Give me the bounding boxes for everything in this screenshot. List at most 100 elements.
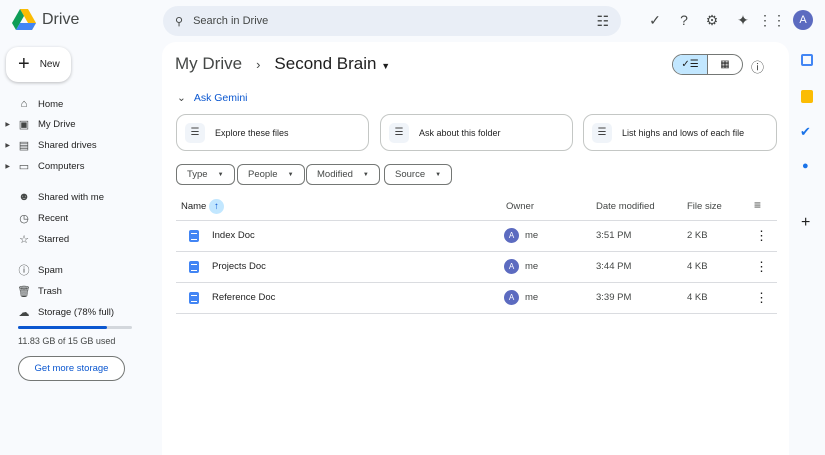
computer-icon: ▭ — [10, 160, 38, 173]
keep-icon[interactable] — [801, 90, 813, 103]
breadcrumb: My Drive › Second Brain ▼ — [175, 54, 390, 74]
file-name[interactable]: Projects Doc — [212, 261, 266, 272]
column-owner[interactable]: Owner — [506, 201, 534, 212]
tasks-icon[interactable]: ✔ — [800, 124, 811, 140]
sidebar-item-label: Computers — [38, 161, 84, 172]
list-view-icon[interactable]: ✓☰ — [673, 55, 708, 74]
trash-icon: 🗑 — [10, 285, 38, 298]
chip-label: Modified — [317, 169, 353, 180]
calendar-icon[interactable] — [801, 54, 813, 66]
owner-name: me — [525, 292, 538, 303]
info-icon[interactable]: ⓘ — [751, 57, 764, 76]
search-input[interactable]: Search in Drive — [193, 15, 268, 27]
caret-down-icon: ▼ — [363, 172, 369, 178]
filter-type[interactable]: Type▼ — [176, 164, 235, 185]
column-file-size[interactable]: File size — [687, 201, 722, 212]
sidebar-item-label: Shared drives — [38, 140, 97, 151]
ask-gemini-toggle[interactable]: ⌄ Ask Gemini — [177, 92, 248, 104]
more-actions-icon[interactable]: ⋮ — [755, 259, 768, 275]
table-row[interactable]: Reference Doc A me 3:39 PM 4 KB ⋮ — [176, 282, 777, 313]
apps-icon[interactable]: ⋮⋮ — [763, 11, 781, 29]
cloud-icon: ☁ — [10, 306, 38, 319]
date-modified: 3:44 PM — [596, 261, 631, 272]
file-name[interactable]: Reference Doc — [212, 292, 275, 303]
date-modified: 3:39 PM — [596, 292, 631, 303]
file-name[interactable]: Index Doc — [212, 230, 255, 241]
owner-name: me — [525, 261, 538, 272]
view-toggle[interactable]: ✓☰ ▦ — [672, 54, 743, 75]
drive-logo[interactable]: Drive — [12, 9, 79, 30]
gemini-icon[interactable]: ✦ — [734, 11, 752, 29]
more-actions-icon[interactable]: ⋮ — [755, 290, 768, 306]
new-label: New — [40, 59, 60, 70]
contacts-icon[interactable]: ● — [802, 160, 809, 172]
list-sparkle-icon: ☰ — [389, 123, 409, 143]
column-date-modified[interactable]: Date modified — [596, 201, 655, 212]
sidebar-item-spam[interactable]: ⓘSpam — [0, 260, 160, 280]
breadcrumb-my-drive[interactable]: My Drive — [175, 54, 242, 74]
filter-people[interactable]: People ▼ — [237, 164, 305, 185]
google-doc-icon — [189, 230, 199, 242]
gemini-suggestion-card[interactable]: ☰ Explore these files — [176, 114, 369, 151]
filter-source[interactable]: Source ▼ — [384, 164, 452, 185]
settings-icon[interactable]: ⚙ — [703, 11, 721, 29]
sidebar-item-home[interactable]: ⌂Home — [0, 94, 160, 114]
file-size: 4 KB — [687, 292, 708, 303]
people-icon: ☻ — [10, 191, 38, 203]
offline-ready-icon[interactable]: ✓ — [646, 11, 664, 29]
plus-icon: + — [18, 53, 30, 76]
sidebar-item-computers[interactable]: ▶▭Computers — [0, 156, 160, 176]
expand-arrow-icon[interactable]: ▶ — [0, 163, 10, 170]
table-row[interactable]: Index Doc A me 3:51 PM 2 KB ⋮ — [176, 220, 777, 251]
list-sparkle-icon: ☰ — [592, 123, 612, 143]
sidebar-item-my-drive[interactable]: ▶▣My Drive — [0, 114, 160, 134]
my-drive-icon: ▣ — [10, 118, 38, 131]
app-name: Drive — [42, 11, 79, 29]
file-size: 4 KB — [687, 261, 708, 272]
list-sparkle-icon: ☰ — [185, 123, 205, 143]
card-label: Ask about this folder — [419, 128, 501, 138]
chip-label: Source — [395, 169, 425, 180]
expand-arrow-icon[interactable]: ▶ — [0, 121, 10, 128]
sidebar-item-shared-drives[interactable]: ▶▤Shared drives — [0, 135, 160, 155]
card-label: Explore these files — [215, 128, 289, 138]
column-label: Name — [181, 201, 206, 212]
get-more-storage-button[interactable]: Get more storage — [18, 356, 125, 381]
column-name[interactable]: Name ↑ — [181, 199, 224, 214]
caret-down-icon: ▼ — [435, 172, 441, 178]
add-addon-icon[interactable]: + — [801, 214, 810, 232]
sort-ascending-icon[interactable]: ↑ — [209, 199, 224, 214]
sort-options-icon[interactable]: ≡ — [754, 198, 761, 212]
chevron-down-icon: ⌄ — [177, 92, 186, 104]
help-icon[interactable]: ? — [675, 11, 693, 29]
sidebar-item-storage[interactable]: ☁Storage (78% full) — [0, 302, 160, 322]
table-row[interactable]: Projects Doc A me 3:44 PM 4 KB ⋮ — [176, 251, 777, 282]
gemini-suggestion-card[interactable]: ☰ Ask about this folder — [380, 114, 573, 151]
breadcrumb-current[interactable]: Second Brain ▼ — [274, 54, 390, 74]
storage-text: 11.83 GB of 15 GB used — [18, 336, 115, 346]
search-bar[interactable]: ⚲ Search in Drive ☷ — [163, 6, 621, 36]
new-button[interactable]: + New — [6, 47, 71, 82]
gemini-suggestion-card[interactable]: ☰ List highs and lows of each file — [583, 114, 777, 151]
grid-view-icon[interactable]: ▦ — [708, 55, 742, 74]
date-modified: 3:51 PM — [596, 230, 631, 241]
caret-down-icon: ▼ — [288, 172, 294, 178]
file-size: 2 KB — [687, 230, 708, 241]
sidebar-item-starred[interactable]: ☆Starred — [0, 229, 160, 249]
sidebar-item-shared-with-me[interactable]: ☻Shared with me — [0, 187, 160, 207]
sidebar-item-recent[interactable]: ◷Recent — [0, 208, 160, 228]
card-label: List highs and lows of each file — [622, 128, 744, 138]
more-actions-icon[interactable]: ⋮ — [755, 228, 768, 244]
chip-label: People — [248, 169, 278, 180]
shared-drives-icon: ▤ — [10, 139, 38, 152]
expand-arrow-icon[interactable]: ▶ — [0, 142, 10, 149]
filter-modified[interactable]: Modified ▼ — [306, 164, 380, 185]
storage-bar-fill — [18, 326, 107, 329]
search-options-icon[interactable]: ☷ — [596, 13, 609, 30]
google-doc-icon — [189, 261, 199, 273]
account-avatar[interactable]: A — [793, 10, 813, 30]
sidebar-item-trash[interactable]: 🗑Trash — [0, 281, 160, 301]
home-icon: ⌂ — [10, 98, 38, 110]
ask-gemini-label: Ask Gemini — [194, 92, 248, 104]
side-panel: ✔ ● + — [790, 42, 825, 455]
